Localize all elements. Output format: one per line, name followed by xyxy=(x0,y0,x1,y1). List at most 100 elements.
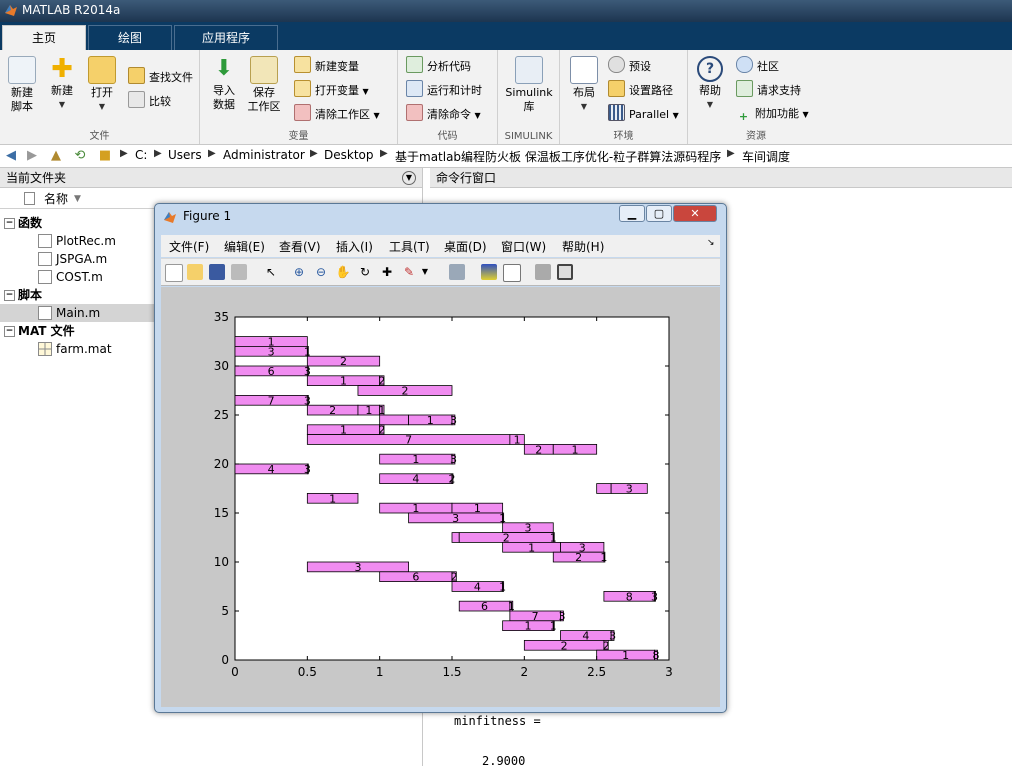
breadcrumb-separator: ▶ xyxy=(310,148,318,159)
brush-icon[interactable]: ✎ xyxy=(401,264,417,280)
layout-button[interactable]: 布局 ▼ xyxy=(564,54,604,114)
window-title: MATLAB R2014a xyxy=(22,3,121,17)
bar-label: 3 xyxy=(558,610,565,623)
maximize-icon: ▢ xyxy=(653,207,665,220)
chevron-down-icon[interactable]: ▼ xyxy=(417,264,433,280)
find-files-button[interactable]: 查找文件 xyxy=(128,67,193,87)
dock-arrow-icon[interactable]: ↘ xyxy=(707,238,715,248)
zoom-in-icon[interactable]: ⊕ xyxy=(291,264,307,280)
tab-plots[interactable]: 绘图 xyxy=(88,25,172,50)
tab-home[interactable]: 主页 xyxy=(2,25,86,50)
bar-label: 1 xyxy=(524,620,531,633)
bar-label: 2 xyxy=(535,443,542,456)
back-arrow-icon[interactable]: ◀ xyxy=(3,148,19,164)
breadcrumb-project-folder[interactable]: 基于matlab编程防火板 保温板工序优化-粒子群算法源码程序 xyxy=(395,148,721,165)
show-plot-tools-icon[interactable] xyxy=(557,264,573,280)
tab-apps[interactable]: 应用程序 xyxy=(174,25,278,50)
up-folder-icon[interactable]: ▲ xyxy=(48,148,64,164)
open-file-icon[interactable] xyxy=(187,264,203,280)
bar-label: 4 xyxy=(474,581,481,594)
bar-label: 2 xyxy=(575,551,582,564)
open-button[interactable]: 打开 ▼ xyxy=(82,54,122,114)
x-tick-label: 1.5 xyxy=(442,665,461,679)
open-variable-button[interactable]: 打开变量 ▼ xyxy=(294,80,369,100)
breadcrumb-desktop[interactable]: Desktop xyxy=(324,148,374,162)
new-script-button[interactable]: 新建 脚本 xyxy=(2,54,42,114)
minimize-button[interactable]: ▁ xyxy=(619,205,645,222)
clear-commands-button[interactable]: 清除命令 ▼ xyxy=(406,104,481,124)
menu-window[interactable]: 窗口(W) xyxy=(501,238,546,255)
new-button[interactable]: ✚ 新建 ▼ xyxy=(42,54,82,112)
bar-label: 1 xyxy=(571,443,578,456)
bar-label: 1 xyxy=(365,404,372,417)
m-file-icon xyxy=(38,270,52,284)
run-and-time-button[interactable]: 运行和计时 xyxy=(406,80,482,100)
legend-icon[interactable] xyxy=(503,264,521,282)
maximize-button[interactable]: ▢ xyxy=(646,205,672,222)
menu-view[interactable]: 查看(V) xyxy=(279,238,321,255)
open-variable-icon xyxy=(294,80,311,97)
import-arrow-icon: ⬇ xyxy=(214,56,234,81)
help-button[interactable]: ? 帮助 ▼ xyxy=(690,54,730,112)
ribbon-group-variable: ⬇ 导入 数据 保存 工作区 新建变量 打开变量 ▼ 清除工作区 ▼ 变量 xyxy=(200,50,398,144)
bar-label: 4 xyxy=(412,473,419,486)
menu-insert[interactable]: 插入(I) xyxy=(336,238,373,255)
forward-arrow-icon[interactable]: ▶ xyxy=(24,148,40,164)
y-tick-label: 10 xyxy=(214,555,229,569)
menu-desktop[interactable]: 桌面(D) xyxy=(444,238,487,255)
menu-file[interactable]: 文件(F) xyxy=(169,238,209,255)
add-ons-button[interactable]: + 附加功能 ▼ xyxy=(736,104,809,124)
menu-tools[interactable]: 工具(T) xyxy=(389,238,430,255)
link-plot-icon[interactable] xyxy=(449,264,465,280)
m-file-icon xyxy=(38,306,52,320)
menu-help[interactable]: 帮助(H) xyxy=(562,238,604,255)
print-icon[interactable] xyxy=(231,264,247,280)
pointer-icon[interactable]: ↖ xyxy=(263,264,279,280)
figure-title-bar[interactable]: Figure 1 ▁ ▢ ✕ xyxy=(155,204,726,230)
analyze-code-button[interactable]: 分析代码 xyxy=(406,56,471,76)
y-tick-label: 35 xyxy=(214,310,229,324)
new-variable-button[interactable]: 新建变量 xyxy=(294,56,359,76)
clear-workspace-button[interactable]: 清除工作区 ▼ xyxy=(294,104,380,124)
collapse-icon[interactable]: − xyxy=(4,326,15,337)
save-icon[interactable] xyxy=(209,264,225,280)
breadcrumb-c-drive[interactable]: C: xyxy=(135,148,147,162)
gantt-chart[interactable]: 13 126 31 227 32 1 11 31 27 12 11 34 34 2311 13 132 11 32… xyxy=(161,287,720,707)
data-cursor-icon[interactable]: ✚ xyxy=(379,264,395,280)
ribbon-group-simulink: Simulink 库 SIMULINK xyxy=(498,50,560,144)
parallel-button[interactable]: Parallel ▼ xyxy=(608,104,679,124)
chevron-down-icon: ▼ xyxy=(373,111,380,120)
set-path-button[interactable]: 设置路径 xyxy=(608,80,673,100)
pan-hand-icon[interactable]: ✋ xyxy=(335,264,351,280)
mat-file-icon xyxy=(38,342,52,356)
community-button[interactable]: 社区 xyxy=(736,56,779,76)
save-workspace-button[interactable]: 保存 工作区 xyxy=(244,54,284,114)
close-button[interactable]: ✕ xyxy=(673,205,717,222)
new-script-icon xyxy=(8,56,36,84)
ribbon-group-code: 分析代码 运行和计时 清除命令 ▼ 代码 xyxy=(398,50,498,144)
bar-label: 1 xyxy=(550,620,557,633)
breadcrumb-administrator[interactable]: Administrator xyxy=(223,148,305,162)
simulink-library-button[interactable]: Simulink 库 xyxy=(504,54,554,114)
bar-label: 1 xyxy=(340,375,347,388)
zoom-out-icon[interactable]: ⊖ xyxy=(313,264,329,280)
rotate-3d-icon[interactable]: ↻ xyxy=(357,264,373,280)
hide-plot-tools-icon[interactable] xyxy=(535,264,551,280)
colorbar-icon[interactable] xyxy=(481,264,497,280)
ribbon-group-label: 环境 xyxy=(613,131,634,142)
browse-folder-icon[interactable]: ⟲ xyxy=(72,148,88,164)
breadcrumb-workshop-scheduling[interactable]: 车间调度 xyxy=(742,148,790,165)
menu-edit[interactable]: 编辑(E) xyxy=(224,238,265,255)
bar-label: 6 xyxy=(412,571,419,584)
collapse-icon[interactable]: − xyxy=(4,218,15,229)
panel-menu-icon[interactable]: ▼ xyxy=(402,171,416,185)
collapse-icon[interactable]: − xyxy=(4,290,15,301)
m-file-icon xyxy=(38,234,52,248)
compare-button[interactable]: 比较 xyxy=(128,91,171,111)
new-figure-icon[interactable] xyxy=(165,264,183,282)
import-data-button[interactable]: ⬇ 导入 数据 xyxy=(204,54,244,112)
x-tick-label: 0.5 xyxy=(298,665,317,679)
breadcrumb-users[interactable]: Users xyxy=(168,148,202,162)
request-support-button[interactable]: 请求支持 xyxy=(736,80,801,100)
preferences-button[interactable]: 预设 xyxy=(608,56,651,76)
